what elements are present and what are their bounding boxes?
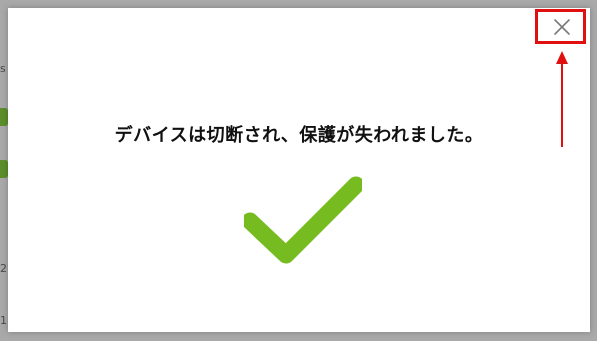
background-badge bbox=[0, 108, 8, 126]
arrow-up-icon bbox=[556, 51, 568, 147]
checkmark-icon bbox=[244, 176, 362, 264]
dialog-message: デバイスは切断され、保護が失われました。 bbox=[114, 125, 484, 146]
close-button[interactable] bbox=[548, 13, 576, 41]
disconnect-dialog: デバイスは切断され、保護が失われました。 bbox=[8, 8, 590, 332]
close-icon bbox=[554, 19, 570, 35]
background-badge bbox=[0, 160, 8, 178]
